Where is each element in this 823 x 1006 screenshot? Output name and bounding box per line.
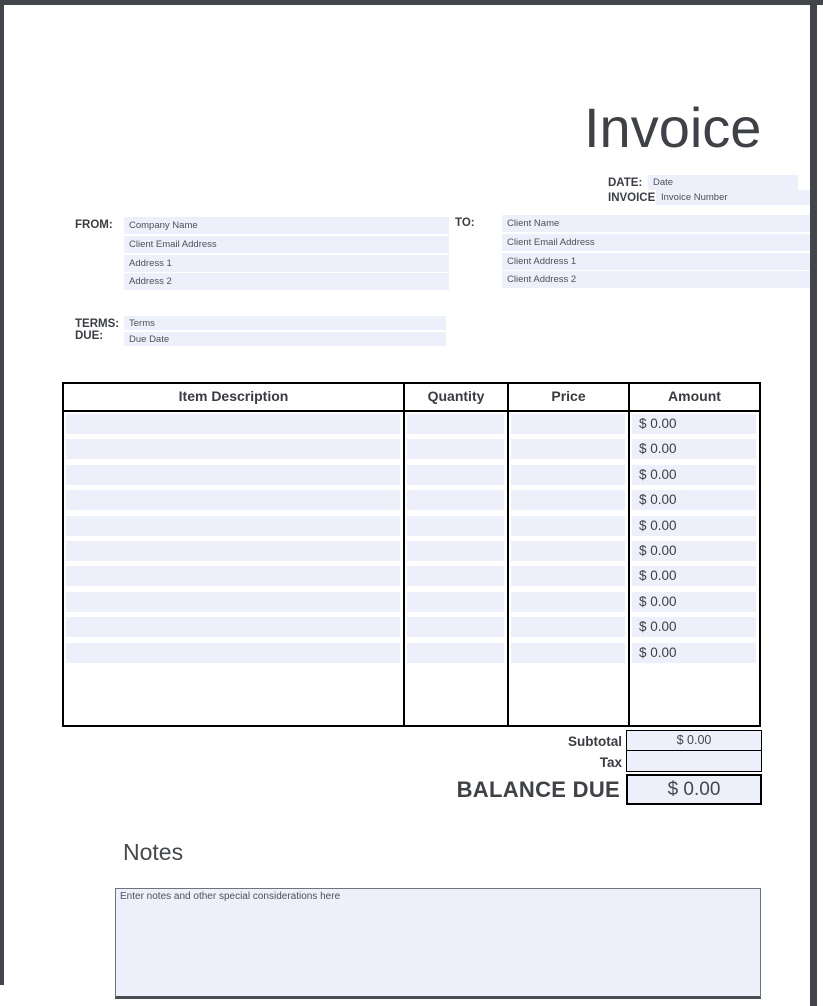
amount-value: $ 0.00 (632, 490, 756, 510)
item-description-input[interactable] (66, 465, 400, 485)
quantity-input[interactable] (407, 592, 504, 612)
balance-due-label: BALANCE DUE (360, 777, 620, 803)
to-address1-input[interactable] (502, 253, 810, 270)
item-row: $ 0.00 (64, 437, 759, 462)
items-table-body: $ 0.00 $ 0.00 $ 0.00 $ 0.00 (64, 412, 759, 725)
item-row: $ 0.00 (64, 412, 759, 437)
item-description-input[interactable] (66, 617, 400, 637)
amount-value: $ 0.00 (632, 592, 756, 612)
subtotal-label: Subtotal (400, 734, 622, 749)
notes-textarea[interactable] (115, 888, 761, 999)
items-table: Item Description Quantity Price Amount $… (62, 382, 761, 727)
terms-label: TERMS: (75, 318, 119, 330)
page-border-top (0, 0, 823, 5)
quantity-input[interactable] (407, 566, 504, 586)
item-row: $ 0.00 (64, 514, 759, 539)
from-label: FROM: (75, 219, 113, 231)
date-label: DATE: (608, 177, 642, 189)
col-header-price: Price (507, 384, 628, 410)
price-input[interactable] (511, 617, 625, 637)
terms-input[interactable] (124, 316, 446, 330)
due-date-input[interactable] (124, 332, 446, 346)
from-address1-input[interactable] (124, 255, 449, 272)
due-label: DUE: (75, 330, 103, 342)
quantity-input[interactable] (407, 643, 504, 663)
items-table-header: Item Description Quantity Price Amount (64, 384, 759, 412)
col-header-amount: Amount (628, 384, 759, 410)
amount-value: $ 0.00 (632, 414, 756, 434)
price-input[interactable] (511, 541, 625, 561)
col-header-quantity: Quantity (403, 384, 507, 410)
page-border-left (0, 5, 4, 985)
tax-input[interactable] (626, 750, 762, 772)
amount-value: $ 0.00 (632, 465, 756, 485)
amount-value: $ 0.00 (632, 566, 756, 586)
price-input[interactable] (511, 465, 625, 485)
quantity-input[interactable] (407, 541, 504, 561)
item-row: $ 0.00 (64, 641, 759, 666)
item-description-input[interactable] (66, 516, 400, 536)
item-description-input[interactable] (66, 592, 400, 612)
item-description-input[interactable] (66, 439, 400, 459)
page-title: Invoice (584, 99, 761, 157)
notes-heading: Notes (123, 839, 183, 866)
to-label: TO: (455, 217, 475, 229)
quantity-input[interactable] (407, 617, 504, 637)
quantity-input[interactable] (407, 414, 504, 434)
invoice-number-input[interactable] (656, 190, 810, 205)
amount-value: $ 0.00 (632, 516, 756, 536)
tax-label: Tax (400, 755, 622, 770)
item-row: $ 0.00 (64, 590, 759, 615)
to-client-name-input[interactable] (502, 215, 810, 232)
item-row-empty-space (64, 666, 759, 725)
item-description-input[interactable] (66, 566, 400, 586)
price-input[interactable] (511, 566, 625, 586)
col-header-item-description: Item Description (64, 384, 403, 410)
price-input[interactable] (511, 516, 625, 536)
item-row: $ 0.00 (64, 463, 759, 488)
amount-value: $ 0.00 (632, 439, 756, 459)
to-email-input[interactable] (502, 234, 810, 251)
item-row: $ 0.00 (64, 564, 759, 589)
amount-value: $ 0.00 (632, 541, 756, 561)
quantity-input[interactable] (407, 439, 504, 459)
item-description-input[interactable] (66, 414, 400, 434)
subtotal-value: $ 0.00 (626, 730, 762, 751)
price-input[interactable] (511, 414, 625, 434)
date-input[interactable] (648, 175, 798, 190)
page-border-right (810, 5, 817, 1006)
from-company-name-input[interactable] (124, 217, 449, 234)
price-input[interactable] (511, 592, 625, 612)
from-address2-input[interactable] (124, 273, 449, 290)
price-input[interactable] (511, 643, 625, 663)
item-row: $ 0.00 (64, 488, 759, 513)
item-row: $ 0.00 (64, 615, 759, 640)
invoice-number-label: INVOICE (608, 192, 655, 204)
item-description-input[interactable] (66, 541, 400, 561)
quantity-input[interactable] (407, 516, 504, 536)
amount-value: $ 0.00 (632, 617, 756, 637)
item-description-input[interactable] (66, 490, 400, 510)
from-email-input[interactable] (124, 236, 449, 253)
quantity-input[interactable] (407, 490, 504, 510)
balance-due-value: $ 0.00 (626, 774, 762, 805)
quantity-input[interactable] (407, 465, 504, 485)
item-row: $ 0.00 (64, 539, 759, 564)
price-input[interactable] (511, 490, 625, 510)
item-description-input[interactable] (66, 643, 400, 663)
price-input[interactable] (511, 439, 625, 459)
invoice-template-page: Invoice DATE: INVOICE FROM: TO: TERMS: D… (0, 0, 823, 1006)
to-address2-input[interactable] (502, 271, 810, 288)
amount-value: $ 0.00 (632, 643, 756, 663)
